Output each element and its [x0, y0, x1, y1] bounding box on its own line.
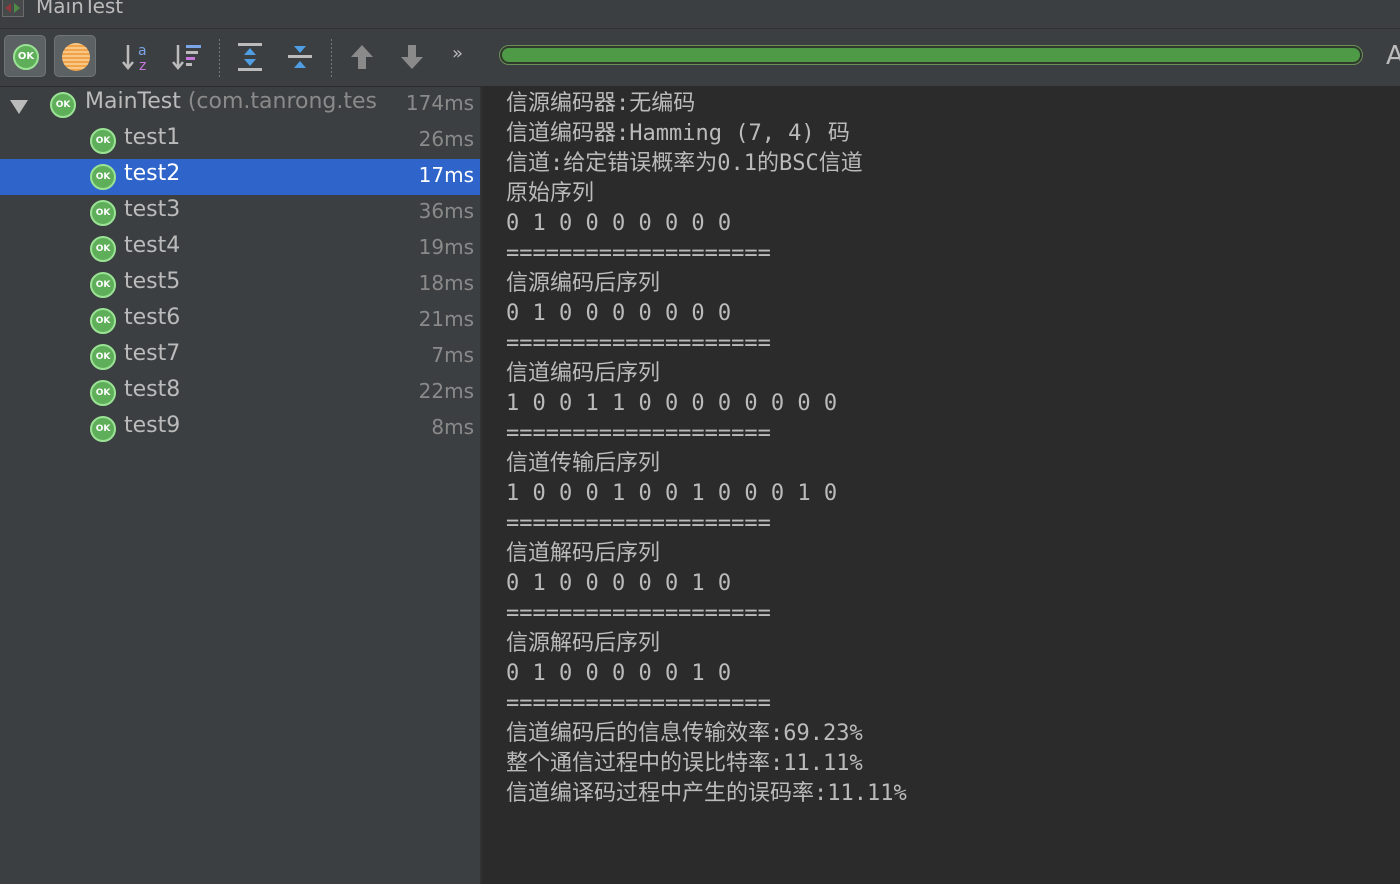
- console-line: 0 1 0 0 0 0 0 1 0: [506, 661, 732, 686]
- test-results-tree: OK MainTest (com.tanrong.tes 174ms OK tes…: [0, 87, 482, 884]
- show-ignored-button[interactable]: [54, 35, 96, 77]
- svg-text:a: a: [138, 43, 147, 59]
- test-duration: 17ms: [418, 163, 474, 187]
- test-row[interactable]: OK test9 8ms: [0, 411, 480, 447]
- test-runner-toolbar: OK a z » A: [0, 29, 1400, 87]
- test-name: test7: [124, 341, 181, 366]
- test-name: test4: [124, 233, 181, 258]
- test-row[interactable]: OK test7 7ms: [0, 339, 480, 375]
- ok-icon: OK: [50, 92, 76, 118]
- console-line: 信道编码后序列: [506, 361, 661, 386]
- test-row[interactable]: OK test6 21ms: [0, 303, 480, 339]
- previous-failed-test-icon[interactable]: [344, 39, 380, 75]
- console-line: 信源编码后序列: [506, 271, 661, 296]
- svg-text:z: z: [139, 58, 146, 74]
- test-name: test6: [124, 305, 181, 330]
- ok-icon: OK: [13, 44, 39, 70]
- toolbar-separator: [219, 39, 220, 77]
- window-title-bar: MainTest: [0, 0, 1400, 29]
- console-line: ====================: [506, 691, 771, 716]
- console-line: ====================: [506, 421, 771, 446]
- ok-icon: OK: [90, 200, 116, 226]
- expand-all-icon[interactable]: [232, 39, 268, 75]
- console-line: 0 1 0 0 0 0 0 0 0: [506, 301, 732, 326]
- console-line: ====================: [506, 601, 771, 626]
- test-progress-fill: [502, 48, 1360, 62]
- test-suite-row[interactable]: OK MainTest (com.tanrong.tes 174ms: [0, 87, 480, 123]
- test-row[interactable]: OK test3 36ms: [0, 195, 480, 231]
- console-line: 整个通信过程中的误比特率:11.11%: [506, 751, 863, 776]
- console-line: 0 1 0 0 0 0 0 0 0: [506, 211, 732, 236]
- test-row[interactable]: OK test4 19ms: [0, 231, 480, 267]
- expand-arrow-icon[interactable]: [10, 100, 28, 114]
- more-actions-button[interactable]: »: [452, 43, 463, 64]
- ok-icon: OK: [90, 128, 116, 154]
- ok-icon: OK: [90, 236, 116, 262]
- ok-icon: OK: [90, 272, 116, 298]
- test-duration: 7ms: [431, 343, 474, 367]
- test-duration: 8ms: [431, 415, 474, 439]
- suite-name: MainTest: [85, 89, 181, 114]
- collapse-all-icon[interactable]: [282, 39, 318, 75]
- ok-icon: OK: [90, 380, 116, 406]
- test-row[interactable]: OK test5 18ms: [0, 267, 480, 303]
- window-title: MainTest: [36, 0, 124, 18]
- console-line: 信源编码器:无编码: [506, 91, 696, 116]
- ok-icon: OK: [90, 416, 116, 442]
- sort-by-duration-icon[interactable]: [170, 39, 206, 75]
- suite-package: (com.tanrong.tes: [180, 89, 377, 114]
- console-line: 信道:给定错误概率为0.1的BSC信道: [506, 151, 863, 176]
- ignored-tests-icon: [62, 43, 90, 71]
- ok-icon: OK: [90, 308, 116, 334]
- test-name: test3: [124, 197, 181, 222]
- suite-duration: 174ms: [405, 91, 474, 115]
- console-line: 原始序列: [506, 181, 595, 206]
- console-line: 1 0 0 0 1 0 0 1 0 0 0 1 0: [506, 481, 838, 506]
- sort-alphabetically-icon[interactable]: a z: [118, 39, 154, 75]
- console-line: 0 1 0 0 0 0 0 1 0: [506, 571, 732, 596]
- test-row[interactable]: OK test8 22ms: [0, 375, 480, 411]
- test-duration: 26ms: [418, 127, 474, 151]
- test-name: test9: [124, 413, 181, 438]
- console-line: 信道编码后的信息传输效率:69.23%: [506, 721, 863, 746]
- run-config-icon: [2, 0, 24, 17]
- console-output[interactable]: 信源编码器:无编码信道编码器:Hamming (7, 4) 码信道:给定错误概率…: [482, 87, 1400, 884]
- ok-icon: OK: [90, 344, 116, 370]
- test-name: test2: [124, 161, 181, 186]
- test-name: test8: [124, 377, 181, 402]
- test-row[interactable]: OK test1 26ms: [0, 123, 480, 159]
- console-line: ====================: [506, 511, 771, 536]
- console-line: 信道编译码过程中产生的误码率:11.11%: [506, 781, 907, 806]
- console-line: ====================: [506, 241, 771, 266]
- test-row[interactable]: OK test2 17ms: [0, 159, 480, 195]
- test-progress-bar: [499, 45, 1363, 65]
- test-duration: 21ms: [418, 307, 474, 331]
- test-duration: 18ms: [418, 271, 474, 295]
- test-duration: 36ms: [418, 199, 474, 223]
- console-line: 1 0 0 1 1 0 0 0 0 0 0 0 0: [506, 391, 838, 416]
- test-duration: 22ms: [418, 379, 474, 403]
- test-name: test1: [124, 125, 181, 150]
- console-line: 信道传输后序列: [506, 451, 661, 476]
- toolbar-separator: [331, 39, 332, 77]
- next-failed-test-icon[interactable]: [394, 39, 430, 75]
- test-name: test5: [124, 269, 181, 294]
- truncated-toolbar-label: A: [1386, 41, 1400, 71]
- console-line: ====================: [506, 331, 771, 356]
- ok-icon: OK: [90, 164, 116, 190]
- console-line: 信源解码后序列: [506, 631, 661, 656]
- test-duration: 19ms: [418, 235, 474, 259]
- show-passed-button[interactable]: OK: [4, 35, 46, 77]
- console-line: 信道解码后序列: [506, 541, 661, 566]
- console-line: 信道编码器:Hamming (7, 4) 码: [506, 121, 850, 146]
